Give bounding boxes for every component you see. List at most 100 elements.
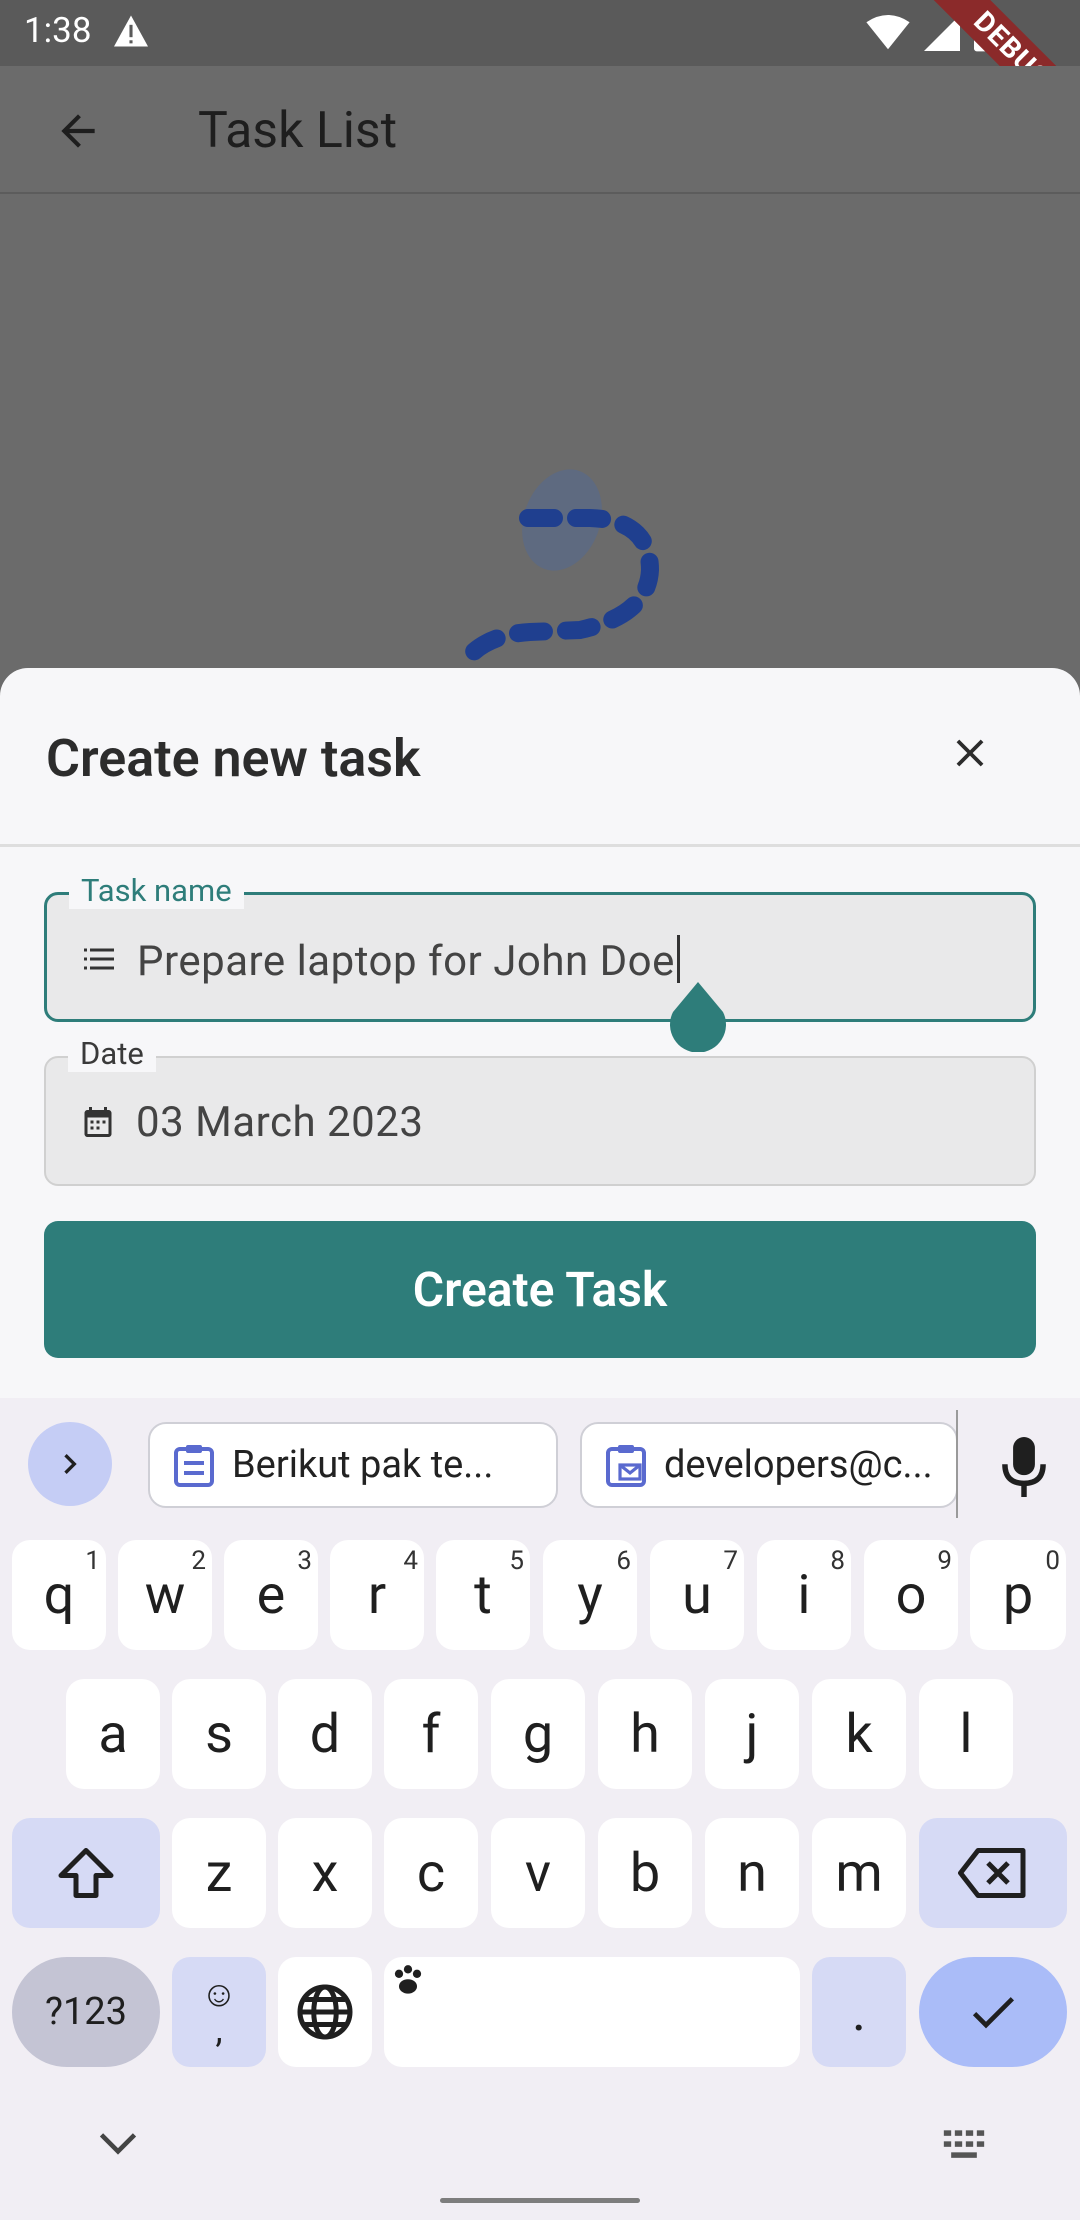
warning-icon xyxy=(114,15,148,47)
expand-toolbar-button[interactable] xyxy=(28,1422,112,1506)
text-caret xyxy=(676,935,680,983)
key-label: r xyxy=(367,1563,387,1627)
calendar-icon xyxy=(84,1107,112,1137)
key-label: p xyxy=(1002,1563,1034,1627)
create-task-button[interactable]: Create Task xyxy=(44,1221,1036,1358)
key-m[interactable]: m xyxy=(812,1818,906,1928)
shift-icon xyxy=(58,1848,114,1898)
key-label: o xyxy=(895,1563,927,1627)
globe-icon xyxy=(297,1984,353,2040)
key-label: e xyxy=(256,1563,286,1627)
key-c[interactable]: c xyxy=(384,1818,478,1928)
key-hint: 7 xyxy=(723,1546,738,1576)
key-label: t xyxy=(474,1563,492,1627)
empty-state-illustration xyxy=(451,469,660,677)
key-label: , xyxy=(215,2009,223,2051)
enter-key[interactable] xyxy=(919,1957,1067,2067)
shift-key[interactable] xyxy=(12,1818,160,1928)
emoji-icon: ☺ xyxy=(200,1973,238,2015)
key-z[interactable]: z xyxy=(172,1818,266,1928)
home-indicator[interactable] xyxy=(440,2198,640,2203)
hide-keyboard-icon[interactable] xyxy=(96,2126,140,2162)
key-hint: 3 xyxy=(297,1546,312,1576)
key-label: i xyxy=(797,1563,811,1627)
checkmark-icon xyxy=(972,1997,1014,2029)
key-i[interactable]: i8 xyxy=(757,1540,851,1650)
text-cursor-handle[interactable] xyxy=(668,982,728,1052)
key-a[interactable]: a xyxy=(66,1679,160,1789)
task-name-input: Prepare laptop for John Doe xyxy=(137,937,675,986)
emoji-comma-key[interactable]: ☺ , xyxy=(172,1957,266,2067)
suggestion-bar: Berikut pak te... developers@c... xyxy=(0,1398,1080,1538)
key-r[interactable]: r4 xyxy=(330,1540,424,1650)
key-s[interactable]: s xyxy=(172,1679,266,1789)
key-hint: 0 xyxy=(1045,1546,1060,1576)
key-j[interactable]: j xyxy=(705,1679,799,1789)
status-time: 1:38 xyxy=(24,10,92,51)
task-name-input-wrap: Prepare laptop for John Doe xyxy=(137,935,680,986)
arrow-back-icon xyxy=(61,114,95,148)
key-g[interactable]: g xyxy=(491,1679,585,1789)
wifi-icon xyxy=(866,15,910,50)
status-bar: 1:38 DEBUG xyxy=(0,0,1080,157)
key-p[interactable]: p0 xyxy=(970,1540,1066,1650)
clipboard-mail-icon xyxy=(606,1445,646,1487)
key-t[interactable]: t5 xyxy=(436,1540,530,1650)
key-o[interactable]: o9 xyxy=(864,1540,958,1650)
key-b[interactable]: b xyxy=(598,1818,692,1928)
key-x[interactable]: x xyxy=(278,1818,372,1928)
key-hint: 4 xyxy=(403,1546,418,1576)
close-button[interactable] xyxy=(940,723,1000,783)
period-key[interactable]: . xyxy=(812,1957,906,2067)
date-field[interactable]: Date 03 March 2023 xyxy=(44,1036,1036,1186)
backspace-key[interactable] xyxy=(919,1818,1067,1928)
divider xyxy=(956,1410,958,1518)
task-name-label: Task name xyxy=(69,873,244,909)
sheet-title: Create new task xyxy=(46,728,421,789)
page-title: Task List xyxy=(198,102,398,160)
key-hint: 6 xyxy=(616,1546,631,1576)
suggestion-text: Berikut pak te... xyxy=(232,1443,494,1487)
microphone-icon xyxy=(1002,1437,1046,1497)
backspace-icon xyxy=(958,1848,1026,1898)
voice-input-button[interactable] xyxy=(994,1432,1054,1502)
symbols-key[interactable]: ?123 xyxy=(12,1957,160,2067)
key-h[interactable]: h xyxy=(598,1679,692,1789)
app-bar: Task List xyxy=(0,66,1080,194)
key-hint: 9 xyxy=(937,1546,952,1576)
chevron-right-icon xyxy=(64,1454,77,1474)
divider xyxy=(0,844,1080,847)
key-hint: 8 xyxy=(830,1546,845,1576)
close-icon xyxy=(956,739,984,767)
key-e[interactable]: e3 xyxy=(224,1540,318,1650)
clipboard-icon xyxy=(174,1445,214,1487)
clipboard-suggestion-chip[interactable]: Berikut pak te... xyxy=(148,1422,558,1508)
clipboard-email-chip[interactable]: developers@c... xyxy=(580,1422,958,1508)
key-y[interactable]: y6 xyxy=(543,1540,637,1650)
keyboard-switch-icon[interactable] xyxy=(942,2128,986,2162)
key-q[interactable]: q1 xyxy=(12,1540,106,1650)
language-key[interactable] xyxy=(278,1957,372,2067)
soft-keyboard: Berikut pak te... developers@c... q1 w2 … xyxy=(0,1398,1080,2220)
key-w[interactable]: w2 xyxy=(118,1540,212,1650)
date-label: Date xyxy=(68,1036,156,1072)
key-hint: 2 xyxy=(191,1546,206,1576)
task-name-field[interactable]: Task name Prepare laptop for John Doe xyxy=(44,873,1036,1022)
key-f[interactable]: f xyxy=(384,1679,478,1789)
back-button[interactable] xyxy=(38,96,118,166)
key-hint: 5 xyxy=(509,1546,524,1576)
key-d[interactable]: d xyxy=(278,1679,372,1789)
key-k[interactable]: k xyxy=(812,1679,906,1789)
key-v[interactable]: v xyxy=(491,1818,585,1928)
key-u[interactable]: u7 xyxy=(650,1540,744,1650)
key-label: y xyxy=(577,1563,603,1627)
key-n[interactable]: n xyxy=(705,1818,799,1928)
key-l[interactable]: l xyxy=(919,1679,1013,1789)
key-label: u xyxy=(682,1563,712,1627)
suggestion-text: developers@c... xyxy=(664,1443,933,1487)
key-label: w xyxy=(144,1563,186,1627)
paw-icon xyxy=(394,1965,422,1994)
space-key[interactable] xyxy=(384,1957,800,2067)
key-label: q xyxy=(43,1563,75,1627)
list-icon xyxy=(84,948,114,970)
